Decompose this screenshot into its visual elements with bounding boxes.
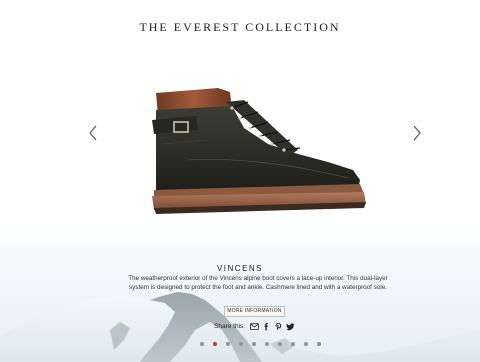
- twitter-icon[interactable]: [286, 322, 295, 331]
- share-label: Share this:: [214, 322, 246, 330]
- product-description: The weatherproof exterior of the Vincens…: [128, 275, 388, 291]
- pagination-dot[interactable]: [226, 342, 230, 346]
- pagination-dot[interactable]: [304, 342, 308, 346]
- pagination-dot[interactable]: [252, 342, 256, 346]
- collection-title: THE EVEREST COLLECTION: [139, 20, 341, 34]
- pinterest-icon[interactable]: [274, 322, 283, 331]
- pagination-dot[interactable]: [239, 342, 243, 346]
- pagination-dot[interactable]: [213, 342, 217, 346]
- email-icon[interactable]: [250, 322, 259, 331]
- next-arrow[interactable]: [410, 124, 424, 142]
- chevron-left-icon: [89, 125, 97, 141]
- pagination-dot[interactable]: [200, 342, 204, 346]
- share-bar: Share this:: [214, 321, 298, 331]
- prev-arrow[interactable]: [86, 124, 100, 142]
- pagination-dot[interactable]: [278, 342, 282, 346]
- product-carousel-page: THE EVEREST COLLECTION VINCENS The weath…: [0, 0, 480, 362]
- chevron-right-icon: [413, 125, 421, 141]
- product-name: VINCENS: [216, 264, 264, 273]
- pagination-dot[interactable]: [317, 342, 321, 346]
- pagination-dot[interactable]: [265, 342, 269, 346]
- pagination-dot[interactable]: [291, 342, 295, 346]
- facebook-icon[interactable]: [262, 322, 271, 331]
- product-image-boot[interactable]: [148, 80, 370, 220]
- more-information-button[interactable]: MORE INFORMATION: [224, 306, 285, 317]
